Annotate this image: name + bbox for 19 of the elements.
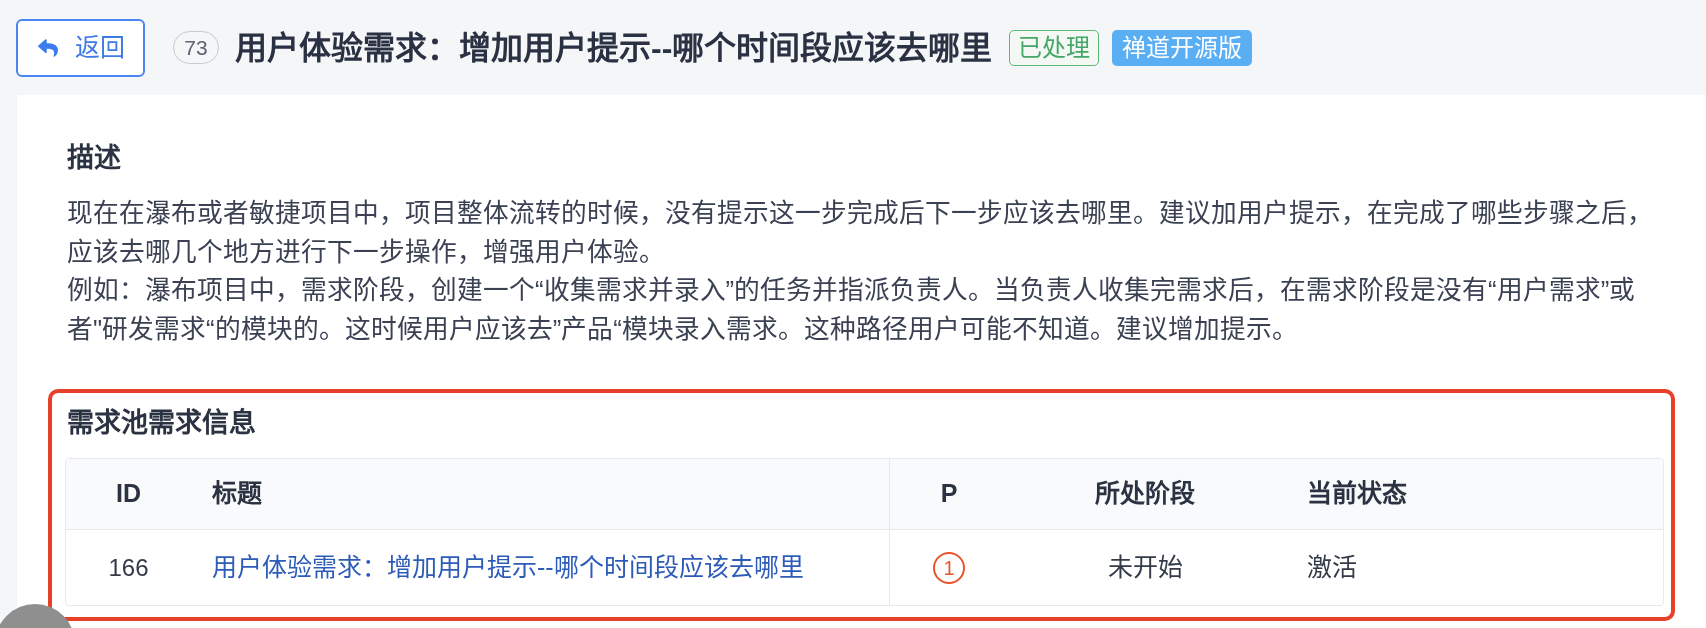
description-paragraph: 例如：瀑布项目中，需求阶段，创建一个“收集需求并录入”的任务并指派负责人。当负责人收集完需求后，在需求阶段是没有“用户需求”或者"研发需求“的模块的。这时候用户应该去”产品“模块录入需求。这种路径用户可能不知道。建议增加提示。 bbox=[67, 275, 1637, 345]
column-header: 所处阶段 bbox=[1095, 478, 1195, 510]
table-cell-text: 激活 bbox=[1307, 551, 1357, 583]
requirement-link[interactable]: 用户体验需求：增加用户提示--哪个时间段应该去哪里 bbox=[212, 548, 804, 587]
status-label: 已处理 bbox=[1009, 29, 1100, 66]
section-heading: 需求池需求信息 bbox=[67, 407, 256, 440]
column-header: P bbox=[940, 478, 958, 510]
edition-label: 禅道开源版 bbox=[1112, 29, 1253, 66]
reply-arrow-icon bbox=[36, 37, 60, 58]
table-cell-text: 166 bbox=[108, 552, 149, 583]
column-header: 标题 bbox=[212, 478, 262, 510]
section-heading: 描述 bbox=[67, 142, 121, 175]
description-paragraph: 现在在瀑布或者敏捷项目中，项目整体流转的时候，没有提示这一步完成后下一步应该去哪里。建议加用户提示，在完成了哪些步骤之后，应该去哪几个地方进行下一步操作，增强用户体验。 bbox=[67, 198, 1654, 268]
column-header: 当前状态 bbox=[1307, 478, 1407, 510]
column-header: ID bbox=[116, 478, 141, 510]
table-cell-text: 未开始 bbox=[1107, 551, 1183, 583]
page-title: 用户体验需求：增加用户提示--哪个时间段应该去哪里 bbox=[235, 28, 993, 68]
back-button[interactable]: 返回 bbox=[16, 18, 145, 77]
priority-badge: 1 bbox=[933, 551, 965, 584]
